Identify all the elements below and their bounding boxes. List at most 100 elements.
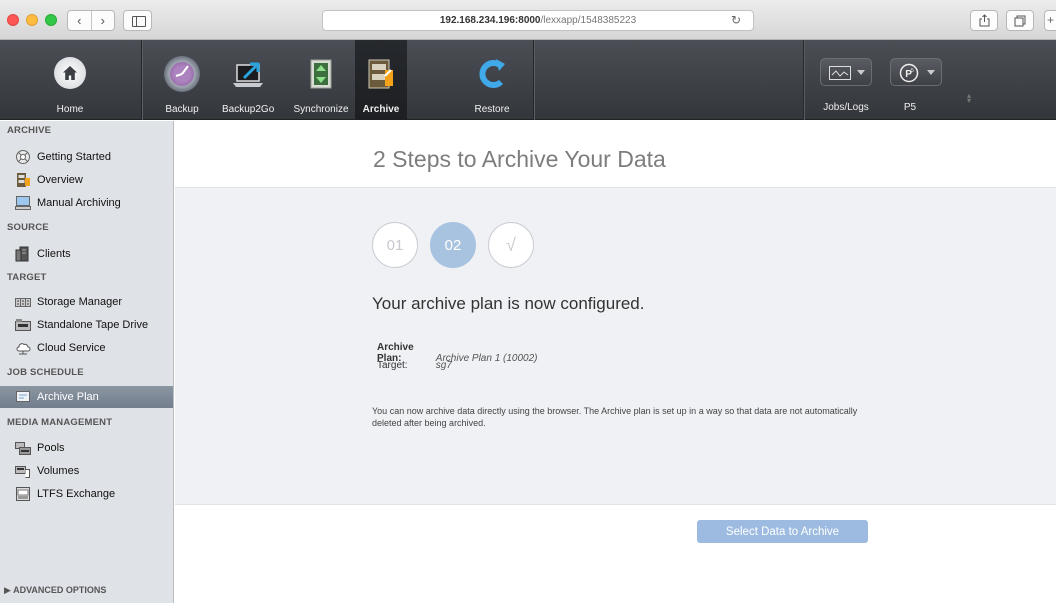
chevron-down-icon [857, 70, 865, 75]
sidebar-item-label: Overview [37, 174, 83, 186]
sidebar-item-label: Storage Manager [37, 296, 122, 308]
monitor-graph-icon [829, 66, 851, 80]
backup-clock-icon [164, 56, 200, 92]
app-toolbar: Home Backup Backup2Go Synchronize Archiv… [0, 40, 1056, 120]
sidebar-item-clients[interactable]: Clients [0, 243, 173, 265]
lifebuoy-icon [15, 149, 31, 165]
sidebar-item-ltfs-exchange[interactable]: LTFS Exchange [0, 483, 173, 505]
svg-text:5: 5 [911, 68, 914, 74]
archive-plan-icon [15, 389, 31, 405]
sidebar-item-manual-archiving[interactable]: Manual Archiving [0, 192, 173, 214]
url-path: /lexxapp/1548385223 [540, 15, 637, 26]
toolbar-home[interactable]: Home [20, 40, 120, 120]
toolbar-archive-label: Archive [362, 104, 400, 115]
sidebar-item-label: Getting Started [37, 151, 111, 163]
close-window-button[interactable] [7, 14, 19, 26]
toolbar-synchronize-label: Synchronize [293, 104, 349, 115]
toolbar-backup2go-label: Backup2Go [222, 104, 275, 115]
storage-rack-icon [15, 294, 31, 310]
sidebar-item-label: Standalone Tape Drive [37, 319, 149, 331]
url-text: 192.168.234.196:8000/lexxapp/1548385223 [323, 15, 753, 26]
minimize-window-button[interactable] [26, 14, 38, 26]
home-icon [54, 57, 86, 89]
archive-cabinet-icon [15, 172, 31, 188]
sidebar-item-storage-manager[interactable]: Storage Manager [0, 291, 173, 313]
step-indicator-1: 01 [372, 222, 418, 268]
p5-label: P5 [903, 102, 917, 113]
toolbar-backup2go[interactable]: Backup2Go [222, 40, 274, 120]
toolbar-divider [533, 40, 534, 120]
section-job-schedule: JOB SCHEDULE [7, 367, 84, 378]
reload-icon[interactable]: ↻ [731, 13, 741, 27]
sidebar-item-getting-started[interactable]: Getting Started [0, 146, 173, 168]
sidebar-item-label: Manual Archiving [37, 197, 121, 209]
sidebar-item-overview[interactable]: Overview [0, 169, 173, 191]
laptop-backup-icon [230, 56, 266, 92]
back-arrow-icon[interactable]: ‹ [68, 11, 91, 30]
sidebar-item-label: Cloud Service [37, 342, 106, 354]
sidebar-item-label: LTFS Exchange [37, 488, 116, 500]
section-source: SOURCE [7, 222, 49, 233]
toolbar-divider [141, 40, 142, 120]
target-row: Target: sg7 [377, 360, 452, 371]
sidebar-item-label: Volumes [37, 465, 80, 477]
forward-arrow-icon[interactable]: › [90, 11, 115, 30]
toolbar-archive[interactable]: Archive [355, 40, 407, 120]
sidebar-item-standalone-tape-drive[interactable]: Standalone Tape Drive [0, 314, 173, 336]
sidebar: ARCHIVE Getting Started Overview Manual … [0, 121, 174, 603]
section-target: TARGET [7, 272, 47, 283]
sidebar-item-cloud-service[interactable]: Cloud Service [0, 337, 173, 359]
target-value: sg7 [435, 360, 452, 371]
sidebar-item-label: Archive Plan [37, 391, 99, 403]
chevron-down-icon [927, 70, 935, 75]
toolbar-home-label: Home [56, 104, 84, 115]
url-host: 192.168.234.196 [439, 15, 515, 26]
sidebar-item-label: Pools [37, 442, 65, 454]
address-bar[interactable]: 192.168.234.196:8000/lexxapp/1548385223 … [322, 10, 754, 31]
volumes-icon [15, 463, 31, 479]
info-note: You can now archive data directly using … [372, 406, 858, 428]
server-icon [15, 246, 31, 262]
target-label: Target: [377, 360, 408, 371]
browser-toolbar: ‹ › 192.168.234.196:8000/lexxapp/1548385… [0, 0, 1056, 40]
share-icon[interactable] [970, 10, 998, 31]
step-indicator-2: 02 [430, 222, 476, 268]
p5-logo-icon: P5 [899, 63, 919, 83]
toolbar-divider [803, 40, 804, 120]
toolbar-backup[interactable]: Backup [160, 40, 204, 120]
sidebar-item-label: Clients [37, 248, 71, 260]
confirmation-heading: Your archive plan is now configured. [372, 294, 645, 313]
new-tab-icon[interactable]: + [1044, 10, 1056, 31]
section-media-management: MEDIA MANAGEMENT [7, 417, 113, 428]
sidebar-toggle-icon[interactable] [123, 10, 152, 31]
sidebar-item-volumes[interactable]: Volumes [0, 460, 173, 482]
tape-drive-icon [15, 317, 31, 333]
toolbar-restore-label: Restore [474, 104, 510, 115]
step-indicator-done: √ [488, 222, 534, 268]
url-port: :8000 [514, 15, 541, 26]
page-title: 2 Steps to Archive Your Data [373, 146, 666, 172]
section-archive: ARCHIVE [7, 125, 52, 136]
jobs-logs-dropdown[interactable] [820, 58, 872, 86]
archive-icon [363, 56, 399, 92]
ltfs-exchange-icon [15, 486, 31, 502]
toolbar-synchronize[interactable]: Synchronize [290, 40, 352, 120]
toolbar-restore[interactable]: Restore [462, 40, 522, 120]
pools-icon [15, 440, 31, 456]
p5-dropdown[interactable]: P5 [890, 58, 942, 86]
advanced-options-toggle[interactable]: ▶ ADVANCED OPTIONS [4, 585, 106, 596]
cloud-service-icon [15, 340, 31, 356]
advanced-options-label: ADVANCED OPTIONS [13, 585, 107, 595]
jobs-logs-label: Jobs/Logs [823, 102, 869, 113]
sidebar-item-pools[interactable]: Pools [0, 437, 173, 459]
wizard-panel: 01 02 √ Your archive plan is now configu… [175, 187, 1056, 505]
sidebar-item-archive-plan[interactable]: Archive Plan [0, 386, 173, 408]
show-tabs-icon[interactable] [1006, 10, 1034, 31]
toolbar-backup-label: Backup [165, 104, 199, 115]
history-navigation: ‹ › [67, 10, 115, 31]
zoom-window-button[interactable] [45, 14, 57, 26]
select-data-to-archive-button[interactable]: Select Data to Archive [697, 520, 868, 543]
resize-grip-icon[interactable]: ▴ ▾ [967, 92, 971, 105]
disclosure-triangle-icon: ▶ [4, 585, 11, 595]
main-content: 2 Steps to Archive Your Data 01 02 √ You… [175, 121, 1056, 603]
